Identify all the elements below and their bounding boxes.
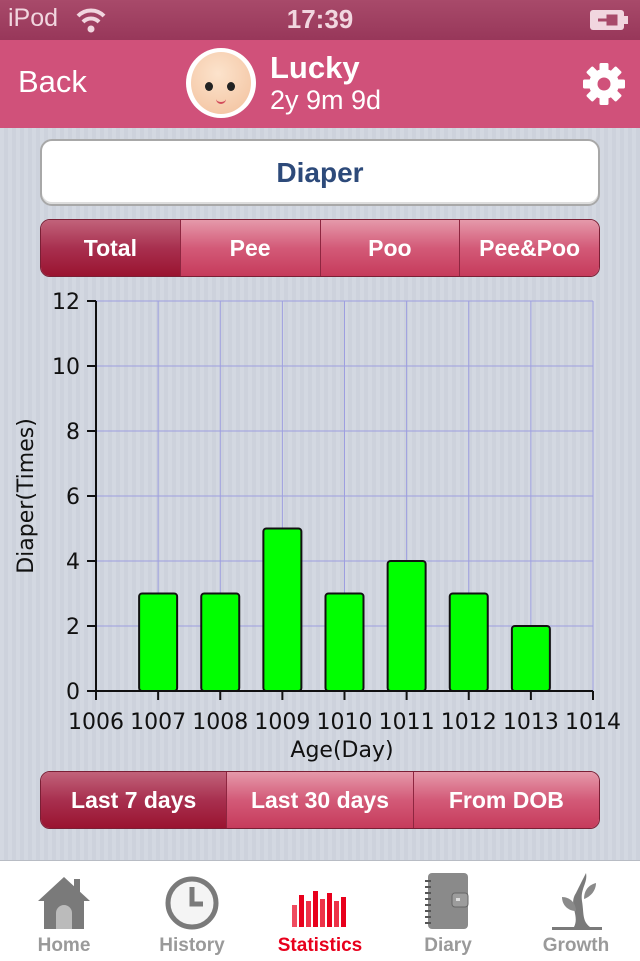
x-axis-label: Age(Day) [290, 738, 393, 763]
tab-pee-and-poo[interactable]: Pee&Poo [459, 220, 599, 276]
gear-icon[interactable] [582, 62, 626, 106]
tab-from-dob[interactable]: From DOB [412, 772, 599, 828]
y-tick-label: 8 [66, 420, 80, 445]
chart-bar [138, 592, 179, 692]
chart-bar [262, 527, 303, 692]
tab-label: Statistics [277, 935, 363, 956]
clock: 17:39 [286, 4, 354, 34]
chart-bar [200, 592, 241, 692]
baby-age: 2y 9m 9d [270, 85, 382, 115]
y-tick-label: 6 [66, 485, 80, 510]
battery-charging-icon [590, 10, 628, 30]
tab-label: Diary [424, 935, 472, 956]
x-tick-label: 1006 [68, 710, 124, 735]
diaper-type-selector: Total Pee Poo Pee&Poo [40, 219, 600, 277]
baby-face-icon [191, 52, 251, 114]
status-bar: iPod 17:39 [0, 0, 640, 40]
tab-poo[interactable]: Poo [319, 220, 460, 276]
y-tick-label: 10 [52, 355, 80, 380]
chart-bar [448, 592, 489, 692]
diaper-bar-chart: 0246810121006 1007 1008 1009 1010 1011 1012 101… [14, 290, 621, 763]
tab-home[interactable]: Home [0, 861, 128, 961]
diary-icon [425, 873, 469, 929]
date-range-selector: Last 7 days Last 30 days From DOB [40, 771, 600, 829]
clock-icon [165, 876, 219, 930]
x-tick-label: 1014 [565, 710, 621, 735]
tab-bar: Home History Statistics Diary Growth [0, 860, 640, 961]
back-button[interactable]: Back [18, 64, 87, 100]
baby-name: Lucky [270, 50, 360, 85]
chart-bar [510, 625, 551, 692]
x-tick-label: 1012 [441, 710, 497, 735]
home-icon [38, 877, 90, 929]
y-tick-label: 0 [66, 680, 80, 705]
tab-statistics[interactable]: Statistics [256, 861, 384, 961]
baby-avatar[interactable] [186, 48, 256, 118]
tab-diary[interactable]: Diary [384, 861, 512, 961]
y-tick-label: 4 [66, 550, 80, 575]
chart-bar [386, 560, 427, 692]
x-tick-label: 1013 [503, 710, 559, 735]
x-tick-label: 1009 [254, 710, 310, 735]
y-tick-label: 12 [52, 290, 80, 315]
tab-label: Home [37, 935, 91, 956]
x-tick-label: 1010 [317, 710, 373, 735]
tab-pee[interactable]: Pee [179, 220, 320, 276]
x-tick-label: 1007 [130, 710, 186, 735]
tab-growth[interactable]: Growth [512, 861, 640, 961]
growth-icon [552, 873, 602, 930]
statistics-icon [292, 891, 346, 927]
y-axis-label: Diaper(Times) [14, 418, 39, 574]
tab-history[interactable]: History [128, 861, 256, 961]
tab-last-7-days[interactable]: Last 7 days [41, 772, 227, 828]
tab-total[interactable]: Total [41, 220, 180, 276]
chart-bar [324, 592, 365, 692]
tab-last-30-days[interactable]: Last 30 days [226, 772, 413, 828]
section-title: Diaper [40, 139, 600, 206]
nav-bar: Back Lucky 2y 9m 9d [0, 40, 640, 128]
tab-label: History [159, 935, 225, 956]
tab-label: Growth [542, 935, 610, 956]
y-tick-label: 2 [66, 615, 80, 640]
x-tick-label: 1011 [379, 710, 435, 735]
x-tick-label: 1008 [192, 710, 248, 735]
